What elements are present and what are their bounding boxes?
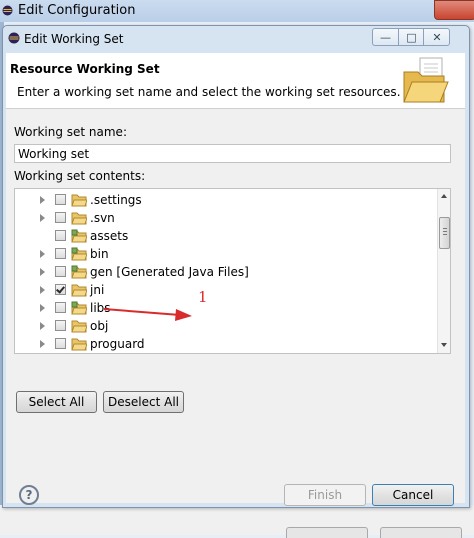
finish-button[interactable]: Finish: [284, 484, 366, 506]
dialog-titlebar[interactable]: Edit Working Set — □ ✕: [3, 26, 469, 52]
folder-icon: [71, 193, 88, 207]
tree-item-checkbox[interactable]: [55, 212, 66, 223]
deselect-all-button[interactable]: Deselect All: [103, 391, 184, 413]
working-set-name-label: Working set name:: [14, 125, 127, 139]
tree-item[interactable]: gen [Generated Java Files]: [15, 263, 435, 281]
window-controls: — □ ✕: [372, 28, 450, 46]
expand-arrow-icon[interactable]: [40, 196, 45, 204]
scroll-up-arrow-icon[interactable]: [441, 194, 447, 198]
parent-close-button[interactable]: [434, 0, 474, 20]
tree-item[interactable]: .svn: [15, 209, 435, 227]
close-button[interactable]: ✕: [423, 29, 450, 45]
tree-item-label: .settings: [90, 193, 142, 207]
parent-window-title: Edit Configuration: [18, 3, 136, 18]
annotation-number: 1: [198, 288, 208, 306]
expand-arrow-icon[interactable]: [40, 214, 45, 222]
working-set-contents-tree[interactable]: .settings .svn assets bin gen [Generated Jav…: [14, 188, 451, 354]
parent-button-stub[interactable]: [286, 527, 368, 538]
tree-item-checkbox[interactable]: [55, 230, 66, 241]
edit-working-set-dialog: Edit Working Set — □ ✕ Resource Working …: [2, 25, 470, 508]
tree-item-label: gen [Generated Java Files]: [90, 265, 249, 279]
source-folder-icon: [71, 247, 88, 261]
annotation-arrow: [104, 308, 192, 321]
tree-item-label: .svn: [90, 211, 115, 225]
wizard-header: Resource Working Set Enter a working set…: [6, 53, 465, 109]
tree-item-label: jni: [90, 283, 105, 297]
folder-icon: [71, 337, 88, 351]
grip-icon: [443, 228, 447, 237]
parent-button-stub[interactable]: [380, 527, 462, 538]
expand-arrow-icon[interactable]: [40, 340, 45, 348]
tree-item-checkbox[interactable]: [55, 320, 66, 331]
tree-item[interactable]: .settings: [15, 191, 435, 209]
expand-arrow-icon[interactable]: [40, 250, 45, 258]
wizard-page-title: Resource Working Set: [10, 62, 160, 76]
tree-item-checkbox[interactable]: [55, 284, 66, 295]
tree-item-checkbox[interactable]: [55, 248, 66, 259]
folder-icon: [71, 319, 88, 333]
close-icon: ✕: [432, 30, 442, 44]
wizard-page-description: Enter a working set name and select the …: [17, 85, 401, 99]
folder-icon: [71, 211, 88, 225]
expand-arrow-icon[interactable]: [40, 286, 45, 294]
vertical-scrollbar[interactable]: [437, 189, 450, 353]
tree-item[interactable]: bin: [15, 245, 435, 263]
source-folder-icon: [71, 265, 88, 279]
expand-arrow-icon[interactable]: [40, 304, 45, 312]
working-set-contents-label: Working set contents:: [14, 169, 146, 183]
scroll-down-arrow-icon[interactable]: [441, 343, 447, 347]
maximize-icon: □: [406, 30, 417, 44]
tree-item-label: bin: [90, 247, 109, 261]
select-all-button[interactable]: Select All: [16, 391, 97, 413]
source-folder-icon: [71, 301, 88, 315]
scrollbar-thumb[interactable]: [439, 217, 450, 249]
cancel-button[interactable]: Cancel: [372, 484, 454, 506]
working-set-name-input[interactable]: [14, 144, 451, 163]
dialog-client-area: Resource Working Set Enter a working set…: [6, 53, 465, 506]
tree-item-label: proguard: [90, 337, 145, 351]
eclipse-icon: [2, 5, 13, 16]
minimize-button[interactable]: —: [373, 29, 398, 45]
tree-item-checkbox[interactable]: [55, 302, 66, 313]
dialog-title: Edit Working Set: [24, 32, 124, 46]
open-folder-icon: [403, 57, 449, 103]
tree-item-checkbox[interactable]: [55, 194, 66, 205]
maximize-button[interactable]: □: [398, 29, 424, 45]
source-folder-icon: [71, 229, 88, 243]
tree-item-label: assets: [90, 229, 129, 243]
minimize-icon: —: [380, 30, 391, 44]
expand-arrow-icon[interactable]: [40, 322, 45, 330]
expand-arrow-icon[interactable]: [40, 268, 45, 276]
tree-item[interactable]: obj: [15, 317, 435, 335]
tree-item-checkbox[interactable]: [55, 338, 66, 349]
tree-item[interactable]: libs: [15, 299, 435, 317]
tree-item[interactable]: proguard: [15, 335, 435, 353]
folder-icon: [71, 283, 88, 297]
parent-window-titlebar: Edit Configuration: [0, 0, 474, 22]
help-icon[interactable]: ?: [19, 485, 39, 505]
tree-item[interactable]: jni: [15, 281, 435, 299]
tree-item-checkbox[interactable]: [55, 266, 66, 277]
tree-item[interactable]: assets: [15, 227, 435, 245]
eclipse-icon: [8, 32, 20, 44]
